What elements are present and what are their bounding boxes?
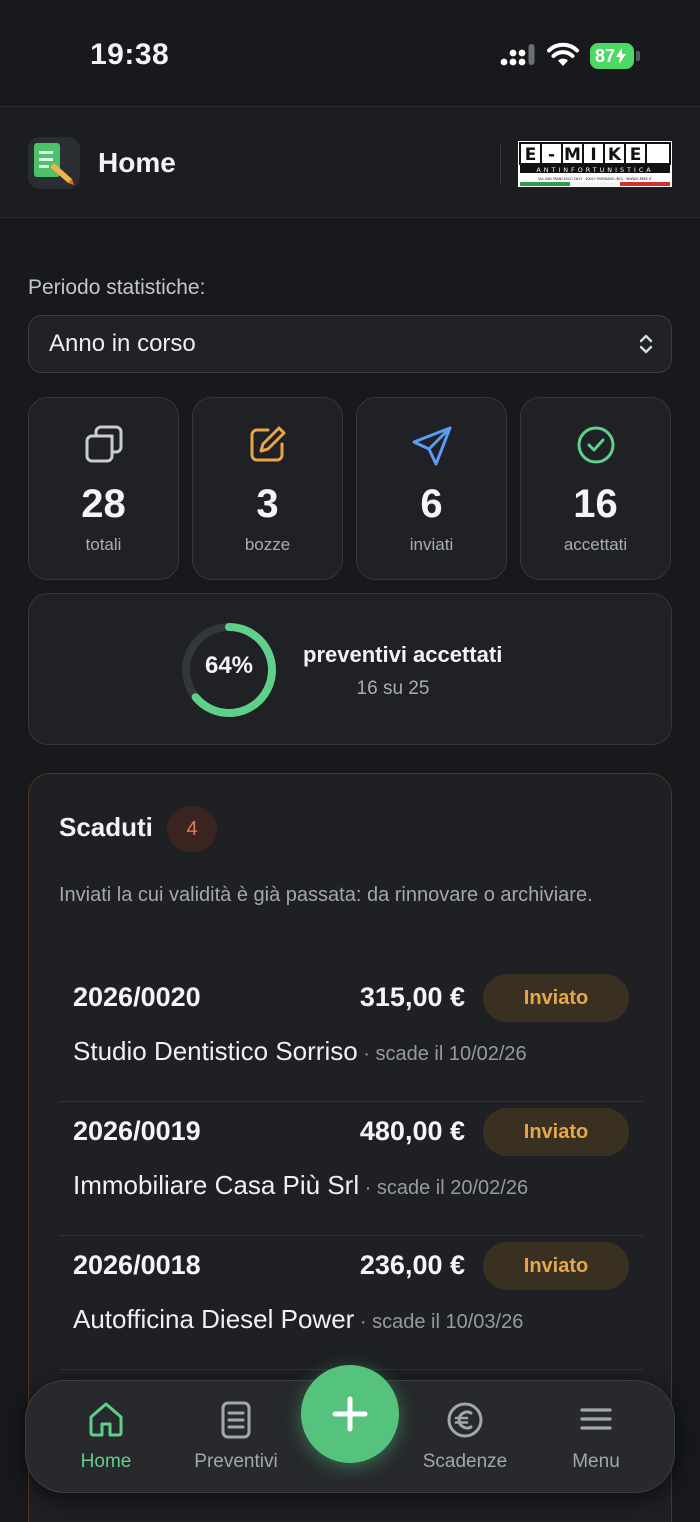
battery-indicator: 87 xyxy=(590,43,634,69)
stat-card-accettati[interactable]: 16 accettati xyxy=(520,397,671,580)
expired-count-badge: 4 xyxy=(167,806,217,852)
svg-text:M: M xyxy=(564,145,581,165)
charging-icon xyxy=(616,48,627,64)
app-header: Home E-M IKE ANTINFORTUNISTICA VIA SAN F… xyxy=(0,106,700,218)
document-icon xyxy=(221,1401,251,1439)
quote-amount: 236,00 € xyxy=(359,1250,465,1280)
stat-card-bozze[interactable]: 3 bozze xyxy=(192,397,343,580)
status-badge: Inviato xyxy=(483,1242,629,1290)
quote-client: Immobiliare Casa Più Srl xyxy=(73,1170,360,1200)
edit-icon xyxy=(250,426,285,462)
battery-level: 87 xyxy=(595,45,616,66)
stat-label: inviati xyxy=(409,535,454,554)
stat-card-totali[interactable]: 28 totali xyxy=(28,397,179,580)
page-title: Home xyxy=(98,147,176,178)
quote-row[interactable]: 2026/0019 480,00 € Inviato Immobiliare C… xyxy=(59,1102,643,1236)
stat-label: bozze xyxy=(244,535,291,554)
stat-label: accettati xyxy=(563,535,628,554)
nav-scadenze[interactable]: Scadenze xyxy=(405,1381,525,1494)
svg-text:I: I xyxy=(590,145,596,165)
quote-amount: 315,00 € xyxy=(359,982,465,1012)
svg-text:VIA SAN FRANCESCO 2615 · 40027: VIA SAN FRANCESCO 2615 · 40027 MORDANO (… xyxy=(538,177,653,181)
app-logo-icon xyxy=(28,137,80,189)
brand-logo: E-M IKE ANTINFORTUNISTICA VIA SAN FRANCE… xyxy=(518,141,672,187)
check-circle-icon xyxy=(577,426,614,464)
quote-row[interactable]: 2026/0018 236,00 € Inviato Autofficina D… xyxy=(59,1236,643,1370)
plus-icon xyxy=(332,1396,368,1432)
quote-number: 2026/0018 xyxy=(73,1250,201,1280)
svg-text:-: - xyxy=(548,145,555,165)
quote-amount: 480,00 € xyxy=(359,1116,465,1146)
quote-row[interactable]: 2026/0020 315,00 € Inviato Studio Dentis… xyxy=(59,968,643,1102)
period-selected-value: Anno in corso xyxy=(49,330,196,357)
nav-label: Preventivi xyxy=(194,1451,278,1472)
status-badge: Inviato xyxy=(483,1108,629,1156)
send-icon xyxy=(412,426,451,466)
stats-grid: 28 totali 3 bozze 6 inviati 16 accettati xyxy=(28,397,672,580)
expired-title: Scaduti xyxy=(59,812,153,842)
stat-value: 3 xyxy=(256,482,279,526)
chevron-updown-icon xyxy=(639,334,653,354)
svg-text:K: K xyxy=(608,145,622,165)
expired-description: Inviati la cui validità è già passata: d… xyxy=(59,884,593,906)
nav-home[interactable]: Home xyxy=(46,1381,166,1494)
stat-card-inviati[interactable]: 6 inviati xyxy=(356,397,507,580)
nav-label: Home xyxy=(80,1451,132,1472)
signal-icon xyxy=(500,44,535,66)
menu-icon xyxy=(580,1408,612,1430)
status-time: 19:38 xyxy=(90,38,170,71)
nav-preventivi[interactable]: Preventivi xyxy=(176,1381,296,1494)
acceptance-title: preventivi accettati xyxy=(303,642,503,667)
home-icon xyxy=(89,1402,123,1437)
nav-label: Scadenze xyxy=(422,1451,508,1472)
quote-number: 2026/0019 xyxy=(73,1116,201,1146)
acceptance-card: 64% preventivi accettati 16 su 25 xyxy=(28,593,672,745)
battery-cap xyxy=(636,51,640,61)
home-screen: 19:38 87 Home E - M I K E ANTINFORTUNIST… xyxy=(0,0,700,1522)
stat-value: 16 xyxy=(573,482,618,526)
add-quote-button[interactable] xyxy=(301,1365,399,1463)
quote-client: Autofficina Diesel Power xyxy=(73,1304,355,1334)
euro-icon xyxy=(447,1402,483,1438)
acceptance-percent: 64% xyxy=(204,652,254,679)
quote-number: 2026/0020 xyxy=(73,982,201,1012)
stat-value: 28 xyxy=(81,482,126,526)
quote-due-date: · scade il 20/02/26 xyxy=(359,1177,529,1199)
header-divider xyxy=(500,143,501,185)
quote-due-date: · scade il 10/03/26 xyxy=(354,1311,524,1333)
svg-text:ANTINFORTUNISTICA: ANTINFORTUNISTICA xyxy=(536,166,653,174)
quote-due-date: · scade il 10/02/26 xyxy=(357,1043,527,1065)
copy-icon xyxy=(85,425,122,463)
quote-client: Studio Dentistico Sorriso xyxy=(73,1036,358,1066)
period-select[interactable]: Anno in corso xyxy=(28,315,672,373)
nav-menu[interactable]: Menu xyxy=(536,1381,656,1494)
nav-label: Menu xyxy=(572,1451,620,1472)
status-bar: 19:38 87 xyxy=(0,0,700,106)
stat-label: totali xyxy=(85,535,122,554)
period-label: Periodo statistiche: xyxy=(28,276,206,299)
stat-value: 6 xyxy=(420,482,443,526)
status-badge: Inviato xyxy=(483,974,629,1022)
svg-text:E: E xyxy=(630,145,642,165)
svg-text:E: E xyxy=(525,145,537,165)
acceptance-subtitle: 16 su 25 xyxy=(356,678,430,699)
wifi-icon xyxy=(547,42,579,66)
